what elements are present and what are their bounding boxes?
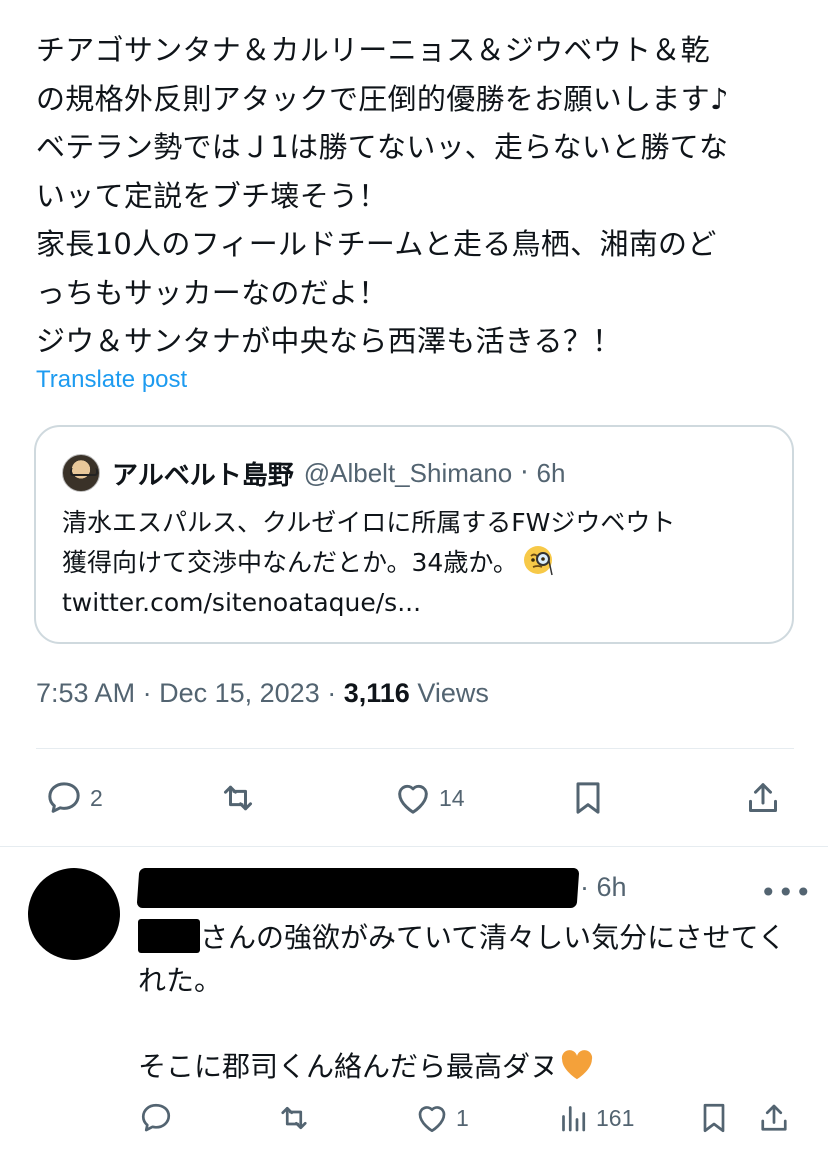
repost-button[interactable] [276,1100,312,1136]
bookmark-button[interactable] [568,778,608,818]
like-count: 1 [456,1104,469,1131]
share-icon [761,1104,787,1131]
reply-timestamp[interactable]: · 6h [580,872,627,903]
views-count: 161 [596,1104,635,1131]
post-text-line: っちもサッカーなのだよ！ [36,275,388,310]
redacted-mention [138,919,200,953]
reply-count: 2 [90,784,103,811]
translate-post-link[interactable]: Translate post [36,366,187,394]
bookmark-icon [703,1103,725,1133]
post-text: チアゴサンタナ＆カルリーニョス＆ジウベウト＆乾 の規格外反則アタックで圧倒的優勝… [36,26,806,366]
post-action-bar: 2 14 [0,778,828,822]
separator-dot: · [327,678,337,708]
post-text-line: ベテラン勢ではＪ1は勝てないッ、走らないと勝てな [36,130,729,164]
repost-icon [224,785,252,811]
bookmark-button[interactable] [696,1100,732,1136]
quoted-text-line: 獲得向けて交渉中なんだとか。34歳か。 [62,543,675,583]
heart-icon [398,784,428,814]
bookmark-icon [576,782,600,814]
more-options-icon[interactable]: ••• [760,876,813,909]
views-label[interactable]: Views [417,678,489,708]
post-time[interactable]: 7:53 AM [36,678,135,708]
post-text-line: いッて定説をブチ壊そう！ [36,178,388,213]
quoted-handle: @Albelt_Shimano [303,457,513,488]
reply-action-bar: 1 161 [0,1100,828,1140]
share-icon [749,783,777,812]
separator-dot: · [520,458,529,488]
post-text-line: の規格外反則アタックで圧倒的優勝をお願いします♪ [36,81,729,116]
reply-text-segment: さんの強欲がみていて清々しい気分にさせてく [200,921,786,954]
repost-button[interactable] [218,778,258,818]
avatar[interactable] [62,454,100,492]
share-button[interactable] [743,778,783,818]
quoted-display-name: アルベルト島野 [112,460,294,491]
quoted-link[interactable]: twitter.com/sitenoataque/s... [62,583,675,623]
reply-text-line: そこに郡司くん絡んだら最高ダヌ [138,1045,786,1088]
avatar[interactable] [22,862,126,966]
reply-button[interactable] [138,1100,174,1136]
orange-heart-emoji-icon [561,1050,593,1080]
separator-dot: · [142,678,152,708]
quoted-text-line: 清水エスパルス、クルゼイロに所属するFWジウベウト [62,508,676,537]
quoted-post-header: アルベルト島野 @Albelt_Shimano · 6h [62,453,565,493]
reply-text-segment: そこに郡司くん絡んだら最高ダヌ [138,1050,559,1083]
quoted-text-segment: 獲得向けて交渉中なんだとか。34歳か。 [62,548,518,577]
reply-text: さんの強欲がみていて清々しい気分にさせてく れた。 そこに郡司くん絡んだら最高ダ… [138,916,786,1088]
analytics-icon [562,1106,586,1132]
redacted-username [136,868,580,908]
quoted-post-text: 清水エスパルス、クルゼイロに所属するFWジウベウト 獲得向けて交渉中なんだとか。… [62,503,675,623]
reply-text-line: さんの強欲がみていて清々しい気分にさせてく [138,916,786,959]
post-text-line: チアゴサンタナ＆カルリーニョス＆ジウベウト＆乾 [36,33,710,67]
post-text-line: ジウ＆サンタナが中央なら西澤も活きる？！ [36,324,622,358]
quoted-post-card[interactable]: アルベルト島野 @Albelt_Shimano · 6h 清水エスパルス、クルゼ… [34,425,794,644]
share-button[interactable] [756,1100,792,1136]
like-button[interactable]: 1 [414,1100,469,1136]
quoted-timestamp: 6h [536,457,566,488]
post-date[interactable]: Dec 15, 2023 [159,678,320,708]
post-text-line: 家長10人のフィールドチームと走る鳥栖、湘南のど [36,227,717,261]
reply-icon [48,782,80,813]
reply-icon [141,1103,171,1132]
like-count: 14 [439,784,465,811]
views-button[interactable]: 161 [556,1100,634,1136]
reply-text-line [138,1002,786,1045]
heart-icon [418,1106,446,1133]
divider [36,748,794,749]
post-meta: 7:53 AM · Dec 15, 2023 · 3,116 Views [36,678,489,709]
views-count[interactable]: 3,116 [344,678,410,708]
repost-icon [281,1106,307,1130]
reply-button[interactable]: 2 [44,778,103,818]
like-button[interactable]: 14 [393,778,465,818]
reply-text-line: れた。 [138,964,223,997]
face-with-monocle-emoji-icon [523,546,553,576]
